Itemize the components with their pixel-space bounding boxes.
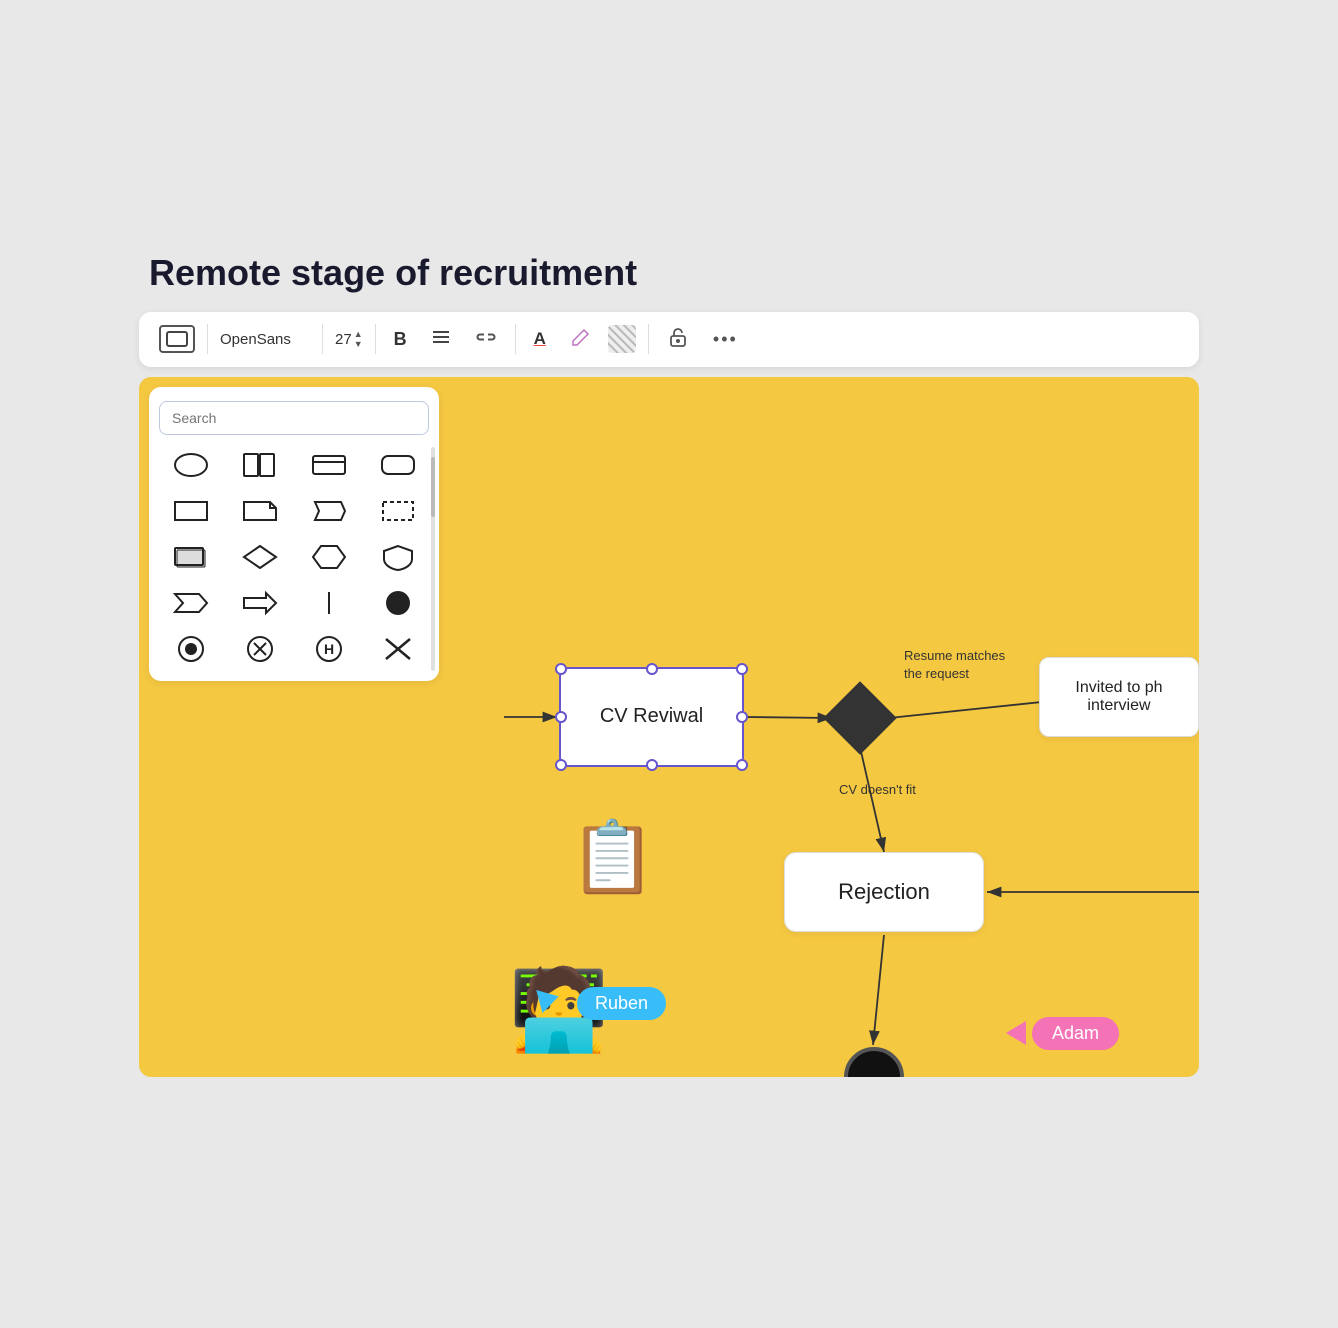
pattern-button[interactable] — [608, 325, 636, 353]
shape-rect-rounded[interactable] — [366, 447, 429, 483]
final-node[interactable] — [844, 1047, 904, 1077]
shape-x-mark[interactable] — [366, 631, 429, 667]
more-button[interactable]: ••• — [707, 325, 744, 354]
divider-2 — [322, 324, 323, 354]
shape-hexagon[interactable] — [297, 539, 360, 575]
clipboard-icon[interactable]: 📋 — [569, 817, 656, 899]
search-input[interactable] — [159, 401, 429, 435]
text-color-button[interactable]: A — [528, 325, 552, 353]
arrow-label-cv: CV doesn't fit — [839, 782, 916, 797]
shape-rectangle[interactable] — [159, 493, 222, 529]
rejection-node[interactable]: Rejection — [784, 852, 984, 932]
shapes-grid: H — [159, 447, 429, 667]
cv-revival-node[interactable]: CV Reviwal — [559, 667, 744, 767]
font-size-arrows[interactable]: ▲ ▼ — [354, 330, 363, 349]
invited-node[interactable]: Invited to phinterview — [1039, 657, 1199, 737]
shape-selector[interactable] — [159, 325, 195, 353]
bold-button[interactable]: B — [388, 325, 413, 354]
shape-folded[interactable] — [228, 493, 291, 529]
divider-1 — [207, 324, 208, 354]
shape-shield[interactable] — [366, 539, 429, 575]
font-name[interactable]: OpenSans — [220, 331, 310, 348]
link-button[interactable] — [469, 326, 503, 353]
font-size-down[interactable]: ▼ — [354, 340, 363, 349]
ruben-label: Ruben — [577, 987, 666, 1020]
shape-arrow-right[interactable] — [228, 585, 291, 621]
shape-circle-target[interactable] — [159, 631, 222, 667]
ruben-cursor-icon — [536, 984, 562, 1012]
handle-tl[interactable] — [555, 663, 567, 675]
font-size-up[interactable]: ▲ — [354, 330, 363, 339]
canvas-area: H — [139, 377, 1199, 1077]
scrollbar[interactable] — [431, 447, 435, 671]
font-size-value: 27 — [335, 331, 352, 348]
handle-right[interactable] — [736, 711, 748, 723]
handle-bottom[interactable] — [646, 759, 658, 771]
shape-vertical-line[interactable] — [297, 585, 360, 621]
shape-book[interactable] — [228, 447, 291, 483]
shape-dashed[interactable] — [366, 493, 429, 529]
shape-ellipse[interactable] — [159, 447, 222, 483]
adam-label: Adam — [1032, 1017, 1119, 1050]
text-color-a-label: A — [534, 329, 546, 349]
divider-3 — [375, 324, 376, 354]
diamond-node[interactable] — [823, 681, 897, 755]
shape-diamond[interactable] — [228, 539, 291, 575]
align-button[interactable] — [425, 325, 457, 354]
handle-bl[interactable] — [555, 759, 567, 771]
lock-button[interactable] — [661, 322, 695, 357]
shape-card[interactable] — [297, 447, 360, 483]
pen-button[interactable] — [564, 324, 596, 355]
svg-text:H: H — [323, 641, 333, 657]
shape-chevron[interactable] — [159, 585, 222, 621]
diagram-canvas[interactable]: Resume matchesthe request CV doesn't fit… — [449, 377, 1199, 1077]
adam-cursor-icon — [1006, 1021, 1026, 1045]
handle-br[interactable] — [736, 759, 748, 771]
handle-top[interactable] — [646, 663, 658, 675]
handle-tr[interactable] — [736, 663, 748, 675]
shape-tag[interactable] — [297, 493, 360, 529]
shape-circle-filled[interactable] — [366, 585, 429, 621]
outer-container: Remote stage of recruitment OpenSans 27 … — [119, 232, 1219, 1097]
scrollbar-thumb[interactable] — [431, 457, 435, 517]
toolbar: OpenSans 27 ▲ ▼ B A — [139, 312, 1199, 367]
shape-circle-h[interactable]: H — [297, 631, 360, 667]
divider-5 — [648, 324, 649, 354]
shape-circle-x[interactable] — [228, 631, 291, 667]
divider-4 — [515, 324, 516, 354]
shape-shadow-rect[interactable] — [159, 539, 222, 575]
shape-panel: H — [149, 387, 439, 681]
user-ruben: Ruben — [539, 987, 666, 1020]
page-title: Remote stage of recruitment — [139, 252, 1199, 294]
arrow-label-resume: Resume matchesthe request — [904, 647, 1005, 683]
handle-left[interactable] — [555, 711, 567, 723]
user-adam: Adam — [1006, 1017, 1119, 1050]
font-size-control: 27 ▲ ▼ — [335, 330, 363, 349]
